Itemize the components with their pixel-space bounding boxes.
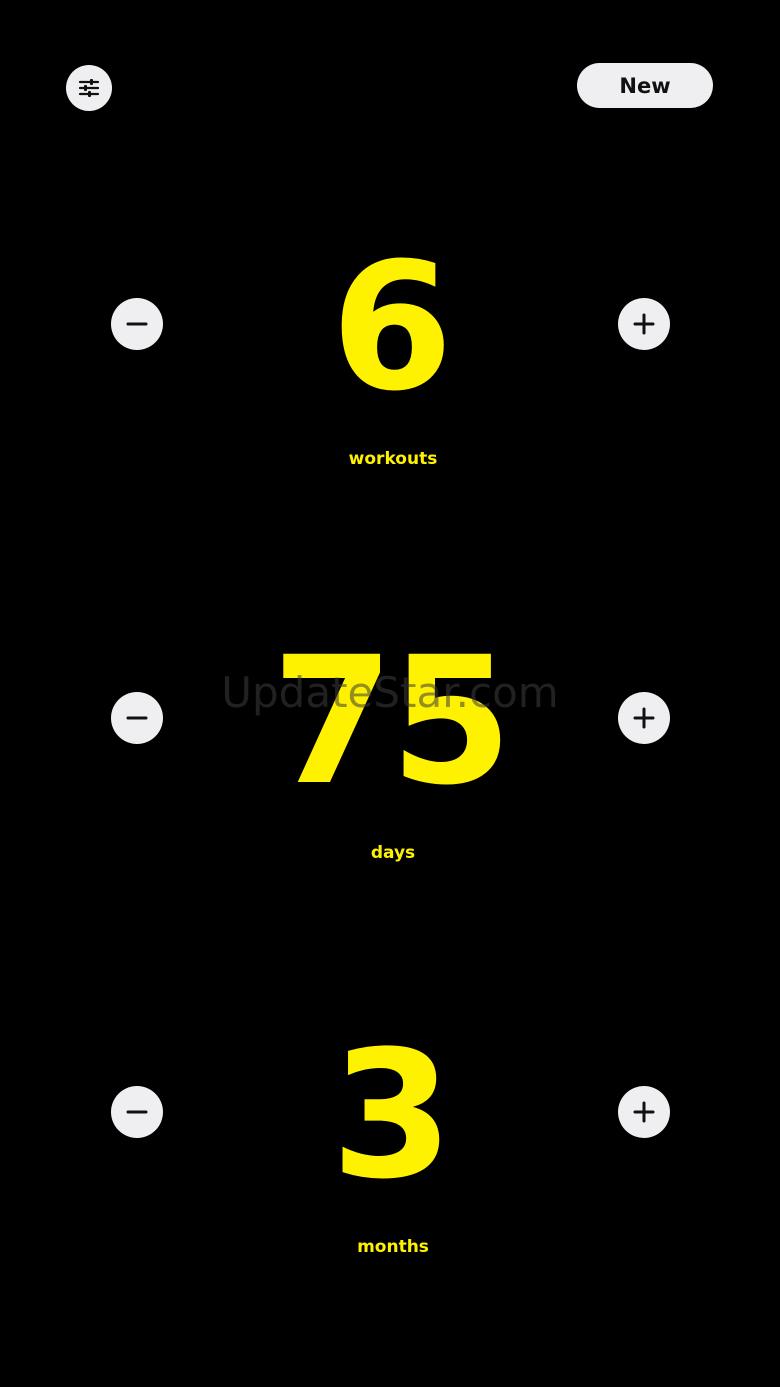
increment-button[interactable] (618, 692, 670, 744)
counter-days: 75 days (0, 534, 780, 928)
plus-icon (633, 707, 655, 729)
counter-unit: days (370, 843, 416, 863)
sliders-icon (78, 77, 100, 99)
counter-months: 3 months (0, 928, 780, 1322)
increment-button[interactable] (618, 298, 670, 350)
settings-button[interactable] (66, 65, 112, 111)
new-button[interactable]: New (577, 63, 713, 108)
counter-unit: months (357, 1237, 429, 1257)
counter-workouts: 6 workouts (0, 140, 780, 534)
plus-icon (633, 1101, 655, 1123)
counter-unit: workouts (348, 449, 438, 469)
increment-button[interactable] (618, 1086, 670, 1138)
plus-icon (633, 313, 655, 335)
